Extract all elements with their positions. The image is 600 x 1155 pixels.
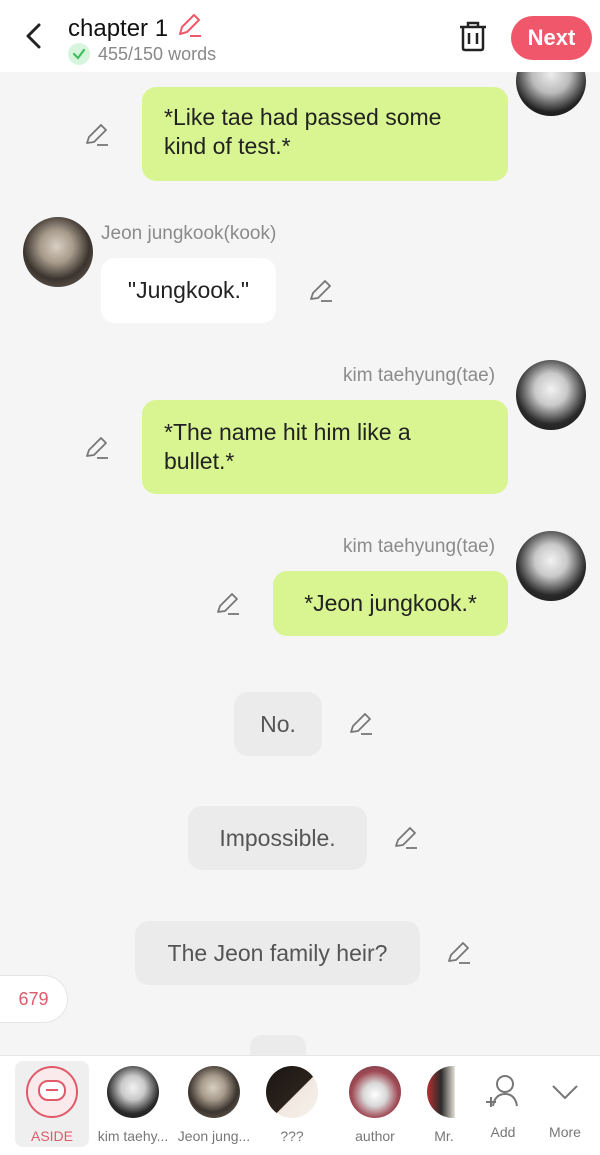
character-kim-taehyung[interactable]: kim taehy... [94,1056,172,1155]
sender-name: Jeon jungkook(kook) [101,223,277,244]
narration-bubble [250,1035,306,1055]
sender-name: kim taehyung(tae) [343,536,496,557]
character-label: Jeon jung... [177,1128,251,1144]
message-bubble[interactable]: *Like tae had passed some kind of test.* [142,87,508,181]
next-button[interactable]: Next [511,16,592,60]
edit-message-icon[interactable] [84,435,110,461]
edit-title-icon[interactable] [176,12,202,45]
narration-bubble[interactable]: Impossible. [188,806,367,870]
edit-message-icon[interactable] [348,711,374,737]
add-character-button[interactable]: Add [478,1056,528,1155]
narration-text: The Jeon family heir? [167,939,388,966]
edit-message-icon[interactable] [393,825,419,851]
character-avatar [427,1066,455,1118]
check-icon [68,43,90,65]
character-avatar [107,1066,159,1118]
character-label: author [355,1128,395,1144]
add-label: Add [490,1124,516,1140]
narration-bubble[interactable]: The Jeon family heir? [135,921,420,985]
character-avatar [266,1066,318,1118]
message-text: "Jungkook." [127,277,250,303]
avatar-kim-taehyung[interactable] [516,531,586,601]
add-person-icon [477,1066,529,1118]
message-text: *Like tae had passed some kind of test.* [164,104,442,159]
message-bubble[interactable]: *Jeon jungkook.* [273,571,508,636]
character-jeon-jungkook[interactable]: Jeon jung... [174,1056,254,1155]
message-text: *The name hit him like a bullet.* [164,419,411,474]
narration-text: Impossible. [219,824,336,851]
character-avatar [349,1066,401,1118]
sender-name: kim taehyung(tae) [343,365,496,386]
chapter-title-text: chapter 1 [68,14,169,42]
narration-bubble[interactable]: No. [234,692,322,756]
aside-label: ASIDE [30,1128,73,1144]
character-mr[interactable]: Mr. [426,1056,456,1155]
edit-message-icon[interactable] [215,591,241,617]
more-button[interactable]: More [542,1056,588,1155]
character-label: ??? [280,1128,304,1144]
chapter-title[interactable]: chapter 1 [68,12,202,45]
avatar-jeon-jungkook[interactable] [23,217,93,287]
aside-icon [26,1066,78,1118]
character-label: kim taehy... [97,1128,169,1144]
edit-message-icon[interactable] [308,278,334,304]
message-counter[interactable]: 679 [0,975,68,1023]
character-bar: ASIDE kim taehy... Jeon jung... ??? auth… [0,1055,600,1155]
narration-text: No. [260,710,296,737]
character-author[interactable]: author [342,1056,408,1155]
chevron-down-icon [539,1066,591,1118]
character-label: Mr. [434,1128,454,1144]
message-bubble[interactable]: *The name hit him like a bullet.* [142,400,508,494]
word-count: 455/150 words [68,43,216,65]
character-unknown[interactable]: ??? [260,1056,324,1155]
trash-icon[interactable] [456,18,490,54]
word-count-text: 455/150 words [98,43,217,64]
edit-message-icon[interactable] [446,940,472,966]
top-bar: chapter 1 455/150 words Next [0,0,600,72]
more-label: More [549,1124,581,1140]
aside-button[interactable]: ASIDE [15,1056,89,1155]
chat-area: *Like tae had passed some kind of test.*… [0,72,600,1055]
avatar-kim-taehyung[interactable] [516,360,586,430]
message-bubble[interactable]: "Jungkook." [101,258,276,323]
back-arrow-icon[interactable] [18,18,50,54]
edit-message-icon[interactable] [84,122,110,148]
character-avatar [188,1066,240,1118]
avatar-kim-taehyung[interactable] [516,72,586,116]
message-text: *Jeon jungkook.* [304,590,477,616]
